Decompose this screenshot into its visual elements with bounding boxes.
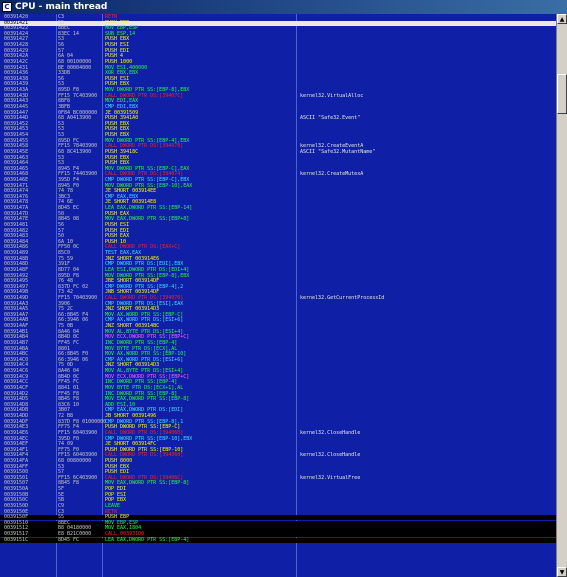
instruction-row[interactable]: 0039145E 68 8C413900 PUSH 39418C ASCII "Saf… (0, 148, 556, 155)
comment-cell: kernel32.CloseHandle (300, 452, 361, 459)
instruction-row[interactable]: 003914DB 3B07 CMP EAX,DWORD PTR DS:[EDI] (0, 408, 556, 413)
instruction-row[interactable]: 00391463 53 PUSH EBX (0, 155, 556, 161)
instruction-row[interactable]: 0039151C 8D45 FC LEA EAX,DWORD PTR SS:[EBP… (0, 536, 556, 543)
instruction-row[interactable]: 00391420 C3 RETN (0, 14, 556, 20)
comment-cell: kernel32.CloseHandle (300, 429, 361, 436)
instruction-row[interactable]: 003914FF 53 PUSH EBX (0, 464, 556, 470)
instruction-row[interactable]: 003914AB 66:3946 06 CMP AX,WORD PTR DS:[ES… (0, 318, 556, 323)
disasm-cell: LEA EAX,DWORD PTR SS:[EBP-4] (105, 536, 190, 543)
instruction-row[interactable]: 0039149D FF15 70403900 CALL DWORD PTR DS:[… (0, 295, 556, 301)
instruction-row[interactable]: 00391486 FF50 0C CALL DWORD PTR DS:[EAX+C] (0, 245, 556, 250)
instruction-row[interactable]: 00391454 53 PUSH EBX (0, 132, 556, 138)
instruction-row[interactable]: 0039150D C9 LEAVE (0, 503, 556, 509)
instruction-row[interactable]: 00391471 8945 F0 MOV DWORD PTR SS:[EBP-10]… (0, 183, 556, 189)
arrow-up-icon[interactable]: ▲ (557, 14, 567, 24)
instruction-row[interactable]: 0039146E 395D F4 CMP DWORD PTR SS:[EBP-C],… (0, 177, 556, 183)
comment-cell: kernel32.GetCurrentProcessId (300, 295, 385, 301)
instruction-row[interactable]: 00391476 3BC3 CMP EAX,EBX (0, 194, 556, 200)
instruction-row[interactable]: 003914C6 8A46 04 MOV AL,BYTE PTR DS:[ESI+4… (0, 368, 556, 374)
hex-cell: 8D45 FC (58, 536, 80, 543)
instruction-row[interactable]: 00391443 8BF8 MOV EDI,EAX (0, 99, 556, 104)
instruction-row[interactable]: 0039150B 5E POP ESI (0, 492, 556, 498)
instruction-row[interactable]: 00391452 53 PUSH EBX (0, 121, 556, 127)
instruction-row[interactable]: 00391428 56 PUSH ESI (0, 42, 556, 48)
instruction-row[interactable]: 0039147A 8D45 EC LEA EAX,DWORD PTR SS:[EBP… (0, 205, 556, 211)
instruction-row[interactable]: 00391481 56 PUSH ESI (0, 222, 556, 228)
instruction-row[interactable]: 00391501 FF15 6C403900 CALL DWORD PTR DS:[… (0, 474, 556, 481)
instruction-row[interactable]: 00391492 895D F8 MOV DWORD PTR SS:[EBP-8],… (0, 273, 556, 279)
instruction-row[interactable]: 003914EC 395D F0 CMP DWORD PTR SS:[EBP-10]… (0, 436, 556, 442)
instruction-row[interactable]: 003914D2 FF45 F8 INC DWORD PTR SS:[EBP-8] (0, 391, 556, 397)
instruction-row[interactable]: 0039147D 50 PUSH EAX (0, 211, 556, 217)
instruction-row[interactable]: 003914E6 FF15 60403900 CALL DWORD PTR DS:[… (0, 429, 556, 436)
instruction-row[interactable]: 00391517 E8 B21C0000 CALL 003931D0 (0, 531, 556, 538)
comment-cell: kernel32.CreateMutexA (300, 171, 364, 178)
instruction-row[interactable]: 0039150A 5F POP EDI (0, 486, 556, 492)
instruction-row[interactable]: 00391453 53 PUSH EBX (0, 127, 556, 132)
instruction-row[interactable]: 0039148B 75 59 JNZ SHORT 003914E6 (0, 256, 556, 262)
instruction-row[interactable]: 0039150C 5B POP EBX (0, 498, 556, 503)
window-title: CPU - main thread (15, 2, 108, 12)
instruction-row[interactable]: 00391439 53 PUSH EBX (0, 82, 556, 87)
cpu-icon: C (2, 2, 12, 12)
arrow-down-icon[interactable]: ▼ (557, 567, 567, 577)
instruction-row[interactable]: 00391421 55 PUSH EBP (0, 20, 556, 26)
instruction-row[interactable]: 00391431 BE 00004000 MOV ESI,400000 (0, 65, 556, 71)
instruction-row[interactable]: 00391424 83EC 14 SUB ESP,14 (0, 31, 556, 37)
instruction-row[interactable]: 0039148F 8D77 04 LEA ESI,DWORD PTR DS:[EDI… (0, 267, 556, 273)
instruction-row[interactable]: 003914C0 66:3946 06 CMP AX,WORD PTR DS:[ES… (0, 357, 556, 363)
comment-cell: kernel32.VirtualAlloc (300, 92, 364, 99)
instruction-row[interactable]: 003914C4 75 0D JNZ SHORT 003914D3 (0, 363, 556, 368)
vertical-scrollbar[interactable]: ▲ ▼ (556, 14, 567, 577)
instruction-row[interactable]: 00391464 53 PUSH EBX (0, 160, 556, 166)
instruction-row[interactable]: 0039150F 55 PUSH EBP (0, 514, 556, 521)
instruction-row[interactable]: 00391478 74 6E JE SHORT 003914E8 (0, 200, 556, 205)
disassembly-pane[interactable]: 00391420 C3 RETN 00391421 55 PUSH EBP 00391422… (0, 14, 556, 577)
instruction-row[interactable]: 003914B1 8A46 04 MOV AL,BYTE PTR DS:[ESI+4… (0, 329, 556, 335)
title-bar[interactable]: C CPU - main thread (0, 0, 567, 14)
instruction-row[interactable]: 00391483 50 PUSH EAX (0, 233, 556, 239)
instruction-row[interactable]: 003914DF 837D F8 01000000 CMP DWORD PTR SS… (0, 419, 556, 425)
cpu-window: C CPU - main thread 00391420 C3 RETN 003914… (0, 0, 567, 577)
scroll-thumb[interactable] (557, 74, 567, 114)
instruction-row[interactable]: 00391436 33DB XOR EBX,EBX (0, 70, 556, 76)
instruction-row[interactable]: 00391474 74 78 JE SHORT 003914EE (0, 189, 556, 194)
comment-cell: ASCII "Safe32.MutantName" (300, 148, 376, 155)
comment-cell: ASCII "Safe32.Event" (300, 115, 361, 122)
instruction-row[interactable]: 0039144D 68 A0413900 PUSH 3941A0 ASCII "Saf… (0, 115, 556, 122)
instruction-row[interactable]: 00391482 57 PUSH EDI (0, 228, 556, 234)
instruction-row[interactable]: 003914FA 68 00800000 PUSH 8000 (0, 458, 556, 464)
instruction-row[interactable]: 003914A3 3906 CMP DWORD PTR DS:[ESI],EAX (0, 301, 556, 307)
instruction-row[interactable]: 00391497 837D FC 02 CMP DWORD PTR SS:[EBP-… (0, 284, 556, 290)
instruction-row[interactable]: 00391468 FF15 74403900 CALL DWORD PTR DS:[… (0, 172, 556, 177)
instruction-row[interactable]: 003914B7 FF45 FC INC DWORD PTR SS:[EBP-4] (0, 340, 556, 346)
instruction-row[interactable]: 0039147E 8B45 08 MOV EAX,DWORD PTR SS:[EBP… (0, 217, 556, 222)
instruction-row[interactable]: 003914CC FF45 FC INC DWORD PTR SS:[EBP-4] (0, 380, 556, 385)
instruction-row[interactable]: 00391429 57 PUSH EDI (0, 48, 556, 54)
instruction-row[interactable]: 003914D8 83C6 10 ADD ESI,10 (0, 402, 556, 408)
instruction-row[interactable]: 0039143D FF15 7C403900 CALL DWORD PTR DS:[… (0, 92, 556, 99)
instruction-row[interactable]: 003914B4 8B4D 0C MOV ECX,DWORD PTR SS:[EBP… (0, 335, 556, 340)
instruction-row[interactable]: 00391438 56 PUSH ESI (0, 76, 556, 82)
instruction-row[interactable]: 003914C9 8B4D 0C MOV ECX,DWORD PTR SS:[EBP… (0, 374, 556, 380)
instruction-row[interactable]: 00391427 53 PUSH EBX (0, 37, 556, 42)
comment-cell: kernel32.VirtualFree (300, 474, 361, 481)
instruction-row[interactable]: 0039148D 391F CMP DWORD PTR DS:[EDI],EBX (0, 262, 556, 267)
address-cell: 0039151C (4, 536, 29, 543)
instruction-row[interactable]: 003914EF 74 09 JE SHORT 003914FC (0, 441, 556, 447)
instruction-row[interactable]: 003914CF 8841 01 MOV BYTE PTR DS:[ECX+1],A… (0, 385, 556, 391)
instruction-row[interactable]: 0039150E C3 RETN (0, 509, 556, 515)
instruction-row[interactable]: 00391507 8B45 F8 MOV EAX,DWORD PTR SS:[EBP… (0, 481, 556, 486)
instruction-row[interactable]: 003914AF 75 0B JNZ SHORT 003914BC (0, 323, 556, 329)
instruction-row[interactable]: 003914D5 8B45 F8 MOV EAX,DWORD PTR SS:[EBP… (0, 396, 556, 402)
instruction-row[interactable]: 00391422 8BEC MOV EBP,ESP (0, 26, 556, 31)
instruction-row[interactable]: 00391484 6A 10 PUSH 10 (0, 239, 556, 245)
instruction-row[interactable]: 00391489 85C0 TEST EAX,EAX (0, 250, 556, 256)
